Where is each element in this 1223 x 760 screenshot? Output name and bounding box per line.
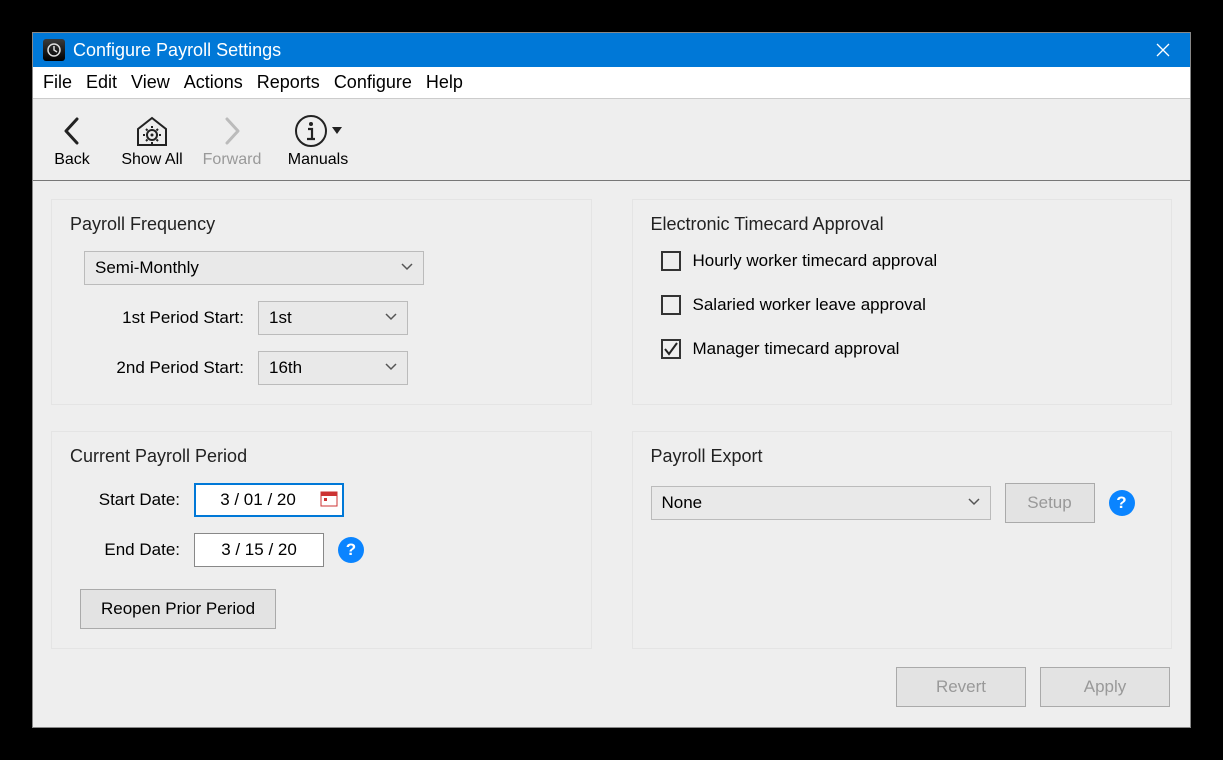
chevron-down-icon: [385, 362, 397, 374]
app-window: Configure Payroll Settings File Edit Vie…: [32, 32, 1191, 728]
checkbox-icon: [661, 295, 681, 315]
first-period-value: 1st: [269, 308, 292, 328]
frequency-type-dropdown[interactable]: Semi-Monthly: [84, 251, 424, 285]
dropdown-caret-icon: [332, 127, 342, 135]
apply-label: Apply: [1084, 677, 1127, 697]
second-period-value: 16th: [269, 358, 302, 378]
chevron-down-icon: [968, 497, 980, 509]
hourly-approval-check[interactable]: Hourly worker timecard approval: [661, 251, 1154, 271]
forward-label: Forward: [203, 151, 262, 169]
show-all-label: Show All: [121, 151, 182, 169]
export-type-value: None: [662, 493, 703, 513]
footer: Revert Apply: [33, 657, 1190, 727]
reopen-label: Reopen Prior Period: [101, 599, 255, 619]
group-payroll-export: Payroll Export None Setup ?: [632, 431, 1173, 649]
reopen-prior-period-button[interactable]: Reopen Prior Period: [80, 589, 276, 629]
end-date-value: 3 / 15 / 20: [221, 540, 297, 560]
setup-button: Setup: [1005, 483, 1095, 523]
group-title: Payroll Frequency: [70, 214, 573, 235]
revert-label: Revert: [936, 677, 986, 697]
first-period-dropdown[interactable]: 1st: [258, 301, 408, 335]
content-area: Payroll Frequency Semi-Monthly 1st Perio…: [33, 181, 1190, 657]
home-gear-icon: [134, 115, 170, 147]
end-date-label: End Date:: [80, 540, 180, 560]
group-payroll-frequency: Payroll Frequency Semi-Monthly 1st Perio…: [51, 199, 592, 405]
menu-edit[interactable]: Edit: [80, 70, 123, 95]
chevron-down-icon: [401, 262, 413, 274]
chevron-right-icon: [221, 116, 243, 146]
menu-file[interactable]: File: [37, 70, 78, 95]
setup-label: Setup: [1027, 493, 1071, 513]
chevron-down-icon: [385, 312, 397, 324]
frequency-type-value: Semi-Monthly: [95, 258, 199, 278]
menubar: File Edit View Actions Reports Configure…: [33, 67, 1190, 99]
manuals-label: Manuals: [288, 151, 348, 169]
app-icon: [43, 39, 65, 61]
back-button[interactable]: Back: [37, 105, 107, 175]
menu-configure[interactable]: Configure: [328, 70, 418, 95]
menu-reports[interactable]: Reports: [251, 70, 326, 95]
start-date-input[interactable]: 3 / 01 / 20: [194, 483, 344, 517]
close-button[interactable]: [1146, 35, 1180, 65]
titlebar: Configure Payroll Settings: [33, 33, 1190, 67]
calendar-icon[interactable]: [320, 489, 338, 512]
menu-help[interactable]: Help: [420, 70, 469, 95]
chevron-left-icon: [61, 116, 83, 146]
manager-approval-label: Manager timecard approval: [693, 339, 900, 359]
end-date-input[interactable]: 3 / 15 / 20: [194, 533, 324, 567]
toolbar: Back Show All Forward Manuals: [33, 99, 1190, 181]
show-all-button[interactable]: Show All: [117, 105, 187, 175]
salaried-approval-check[interactable]: Salaried worker leave approval: [661, 295, 1154, 315]
info-icon: [294, 114, 328, 148]
group-title: Current Payroll Period: [70, 446, 573, 467]
help-icon[interactable]: ?: [1109, 490, 1135, 516]
hourly-approval-label: Hourly worker timecard approval: [693, 251, 938, 271]
revert-button: Revert: [896, 667, 1026, 707]
group-timecard-approval: Electronic Timecard Approval Hourly work…: [632, 199, 1173, 405]
second-period-dropdown[interactable]: 16th: [258, 351, 408, 385]
first-period-label: 1st Period Start:: [84, 308, 244, 328]
close-icon: [1156, 43, 1170, 57]
forward-button: Forward: [197, 105, 267, 175]
export-type-dropdown[interactable]: None: [651, 486, 991, 520]
menu-view[interactable]: View: [125, 70, 176, 95]
group-current-period: Current Payroll Period Start Date: 3 / 0…: [51, 431, 592, 649]
second-period-label: 2nd Period Start:: [84, 358, 244, 378]
group-title: Electronic Timecard Approval: [651, 214, 1154, 235]
manuals-button[interactable]: Manuals: [277, 105, 359, 175]
apply-button: Apply: [1040, 667, 1170, 707]
start-date-value: 3 / 01 / 20: [200, 490, 316, 510]
back-label: Back: [54, 151, 90, 169]
salaried-approval-label: Salaried worker leave approval: [693, 295, 926, 315]
checkbox-icon: [661, 339, 681, 359]
menu-actions[interactable]: Actions: [178, 70, 249, 95]
window-title: Configure Payroll Settings: [73, 40, 1146, 61]
start-date-label: Start Date:: [80, 490, 180, 510]
checkbox-icon: [661, 251, 681, 271]
group-title: Payroll Export: [651, 446, 1154, 467]
help-icon[interactable]: ?: [338, 537, 364, 563]
manager-approval-check[interactable]: Manager timecard approval: [661, 339, 1154, 359]
